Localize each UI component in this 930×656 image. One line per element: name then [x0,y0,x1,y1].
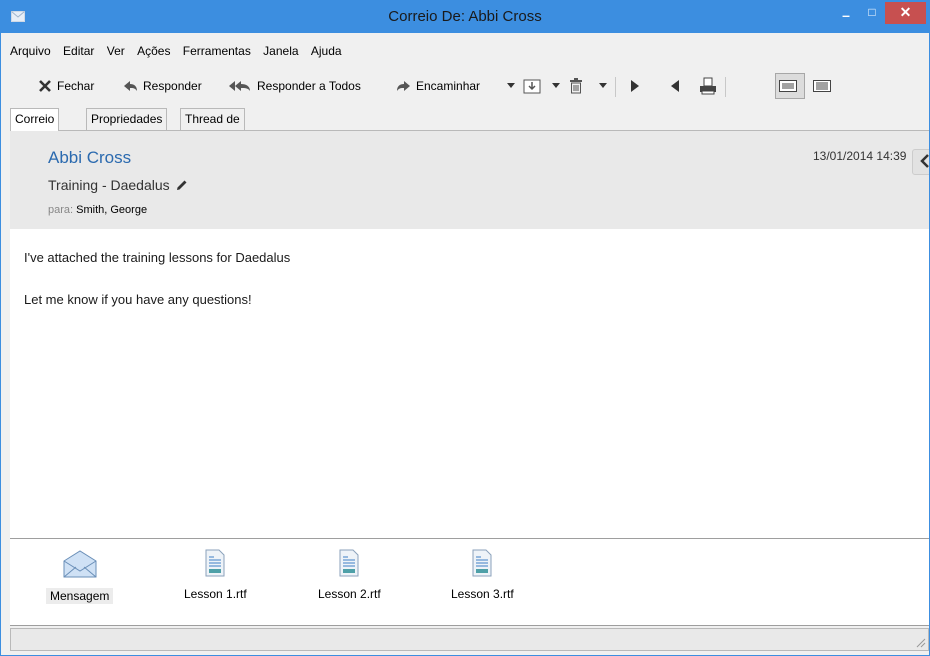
message-header: Abbi Cross Training - Daedalus para: Smi… [10,130,929,230]
print-button[interactable] [699,75,722,97]
open-envelope-icon [63,550,97,578]
mail-window: Correio De: Abbi Cross – □ ✕ Arquivo Edi… [0,0,930,656]
message-body[interactable]: I've attached the training lessons for D… [10,229,929,538]
delete-dropdown-button[interactable] [599,75,612,97]
view-layout-b-button[interactable] [813,75,836,97]
body-line: Let me know if you have any questions! [24,292,252,307]
window-title: Correio De: Abbi Cross [388,8,542,25]
dropdown-arrow-icon [552,83,560,88]
subject-row: Training - Daedalus [48,177,188,193]
attachment-label: Lesson 1.rtf [184,587,247,601]
forward-arrow-icon [397,81,410,91]
pencil-icon[interactable] [176,179,188,191]
to-label: para: [48,204,74,216]
tab-propriedades[interactable]: Propriedades [86,108,168,130]
next-message-button[interactable] [631,75,644,97]
close-x-icon [39,80,51,92]
subject-text: Training - Daedalus [48,177,170,193]
menu-arquivo[interactable]: Arquivo [10,44,51,58]
reply-button[interactable]: Responder [123,75,202,97]
view-layout-a-button[interactable] [775,73,805,99]
toolbar: Fechar Responder Responder a Todos Encam… [23,71,923,103]
next-triangle-icon [631,80,639,92]
menu-editar[interactable]: Editar [63,44,94,58]
attachment-lesson-3[interactable]: Lesson 3.rtf [447,549,518,602]
to-value[interactable]: Smith, George [76,204,147,216]
rtf-document-icon [472,549,492,577]
maximize-button[interactable]: □ [859,5,885,27]
menu-acoes[interactable]: Ações [137,44,170,58]
move-to-folder-icon [523,79,541,94]
menu-ver[interactable]: Ver [107,44,125,58]
move-button[interactable] [523,75,546,97]
close-message-button[interactable]: Fechar [38,75,94,97]
forward-label: Encaminhar [416,79,481,93]
attachment-label: Mensagem [46,588,114,604]
close-message-label: Fechar [57,79,95,93]
move-dropdown-button[interactable] [552,75,565,97]
chevron-left-icon [920,154,929,168]
menu-ajuda[interactable]: Ajuda [311,44,342,58]
menu-janela[interactable]: Janela [263,44,298,58]
toolbar-separator [615,77,616,97]
resize-grip-icon[interactable] [916,638,926,648]
delete-button[interactable] [569,75,588,97]
tab-correio[interactable]: Correio [10,108,60,131]
status-bar [10,628,929,651]
sender-name[interactable]: Abbi Cross [48,148,131,168]
menu-bar: Arquivo Editar Ver Ações Ferramentas Jan… [10,44,351,64]
view-layout-icon [778,80,797,92]
attachment-message[interactable]: Mensagem [46,549,114,604]
menu-ferramentas[interactable]: Ferramentas [183,44,251,58]
forward-button[interactable]: Encaminhar [396,75,480,97]
attachment-label: Lesson 2.rtf [318,587,381,601]
reply-label: Responder [143,79,202,93]
attachment-label: Lesson 3.rtf [451,587,514,601]
trash-icon [570,78,582,94]
minimize-button[interactable]: – [833,7,859,29]
attachments-panel: Mensagem Lesson 1.rtf Lesson 2.rtf Lesso… [10,538,929,626]
attachment-lesson-2[interactable]: Lesson 2.rtf [314,549,385,602]
rtf-document-icon [339,549,359,577]
attachment-lesson-1[interactable]: Lesson 1.rtf [180,549,251,602]
previous-message-button[interactable] [671,75,684,97]
title-bar[interactable]: Correio De: Abbi Cross – □ ✕ [1,1,929,33]
dropdown-arrow-icon [599,83,607,88]
reply-all-button[interactable]: Responder a Todos [228,75,361,97]
print-icon [700,77,716,95]
message-date: 13/01/2014 14:39 [813,149,907,163]
recipient-row: para: Smith, George [48,204,147,216]
reply-arrow-icon [124,81,137,91]
toolbar-separator [725,77,726,97]
collapse-header-button[interactable] [912,149,929,175]
reply-all-icon [229,81,250,91]
forward-dropdown-button[interactable] [507,75,520,97]
close-window-button[interactable]: ✕ [885,2,926,24]
reply-all-label: Responder a Todos [257,79,361,93]
view-layout-icon [813,80,831,92]
previous-triangle-icon [671,80,679,92]
tab-thread[interactable]: Thread de Discussão [180,108,246,146]
body-line: I've attached the training lessons for D… [24,250,291,265]
dropdown-arrow-icon [507,83,515,88]
rtf-document-icon [205,549,225,577]
